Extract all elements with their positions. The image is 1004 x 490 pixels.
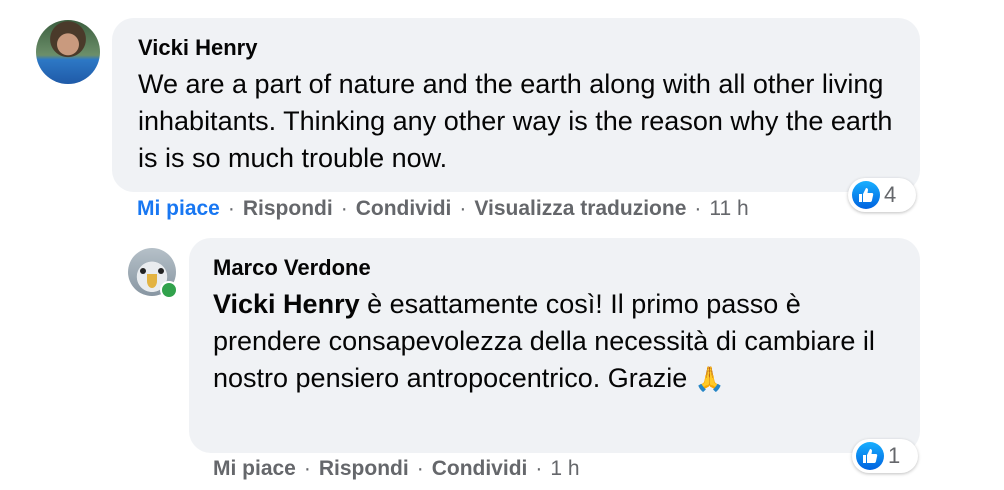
comment-actions: Mi piace · Rispondi · Condividi · Visual…: [137, 197, 749, 221]
like-icon: [852, 181, 880, 209]
reply-button[interactable]: Rispondi: [243, 197, 333, 221]
like-button[interactable]: Mi piace: [137, 197, 220, 221]
reaction-count: 1: [888, 443, 901, 468]
reaction-count: 4: [884, 182, 897, 207]
share-button[interactable]: Condividi: [432, 457, 528, 481]
comment-actions: Mi piace · Rispondi · Condividi · 1 h: [213, 457, 580, 481]
reaction-summary[interactable]: 4: [848, 178, 916, 212]
like-button[interactable]: Mi piace: [213, 457, 296, 481]
online-status-dot: [160, 281, 178, 299]
separator: ·: [694, 197, 702, 220]
mention-link[interactable]: Vicki Henry: [213, 289, 360, 319]
comment-author[interactable]: Vicki Henry: [138, 34, 904, 62]
reply-bubble: Marco Verdone Vicki Henry è esattamente …: [189, 238, 920, 453]
timestamp[interactable]: 1 h: [550, 457, 579, 481]
timestamp[interactable]: 11 h: [709, 197, 748, 221]
comment-text: Vicki Henry è esattamente così! Il primo…: [213, 286, 904, 398]
separator: ·: [459, 197, 467, 220]
share-button[interactable]: Condividi: [356, 197, 452, 221]
comment-text: We are a part of nature and the earth al…: [138, 69, 893, 173]
see-translation-button[interactable]: Visualizza traduzione: [474, 197, 686, 221]
separator: ·: [303, 457, 311, 480]
like-icon: [856, 442, 884, 470]
reply-button[interactable]: Rispondi: [319, 457, 409, 481]
comment-bubble: Vicki Henry We are a part of nature and …: [112, 18, 920, 192]
separator: ·: [340, 197, 348, 220]
separator: ·: [535, 457, 543, 480]
reaction-summary[interactable]: 1: [852, 439, 918, 473]
separator: ·: [416, 457, 424, 480]
avatar-eye: [140, 268, 146, 274]
avatar-beak: [147, 274, 157, 288]
folded-hands-emoji: 🙏: [694, 366, 725, 393]
comment-author[interactable]: Marco Verdone: [213, 254, 904, 282]
separator: ·: [227, 197, 235, 220]
avatar-eye: [158, 268, 164, 274]
avatar-vicki-henry[interactable]: [36, 20, 100, 84]
